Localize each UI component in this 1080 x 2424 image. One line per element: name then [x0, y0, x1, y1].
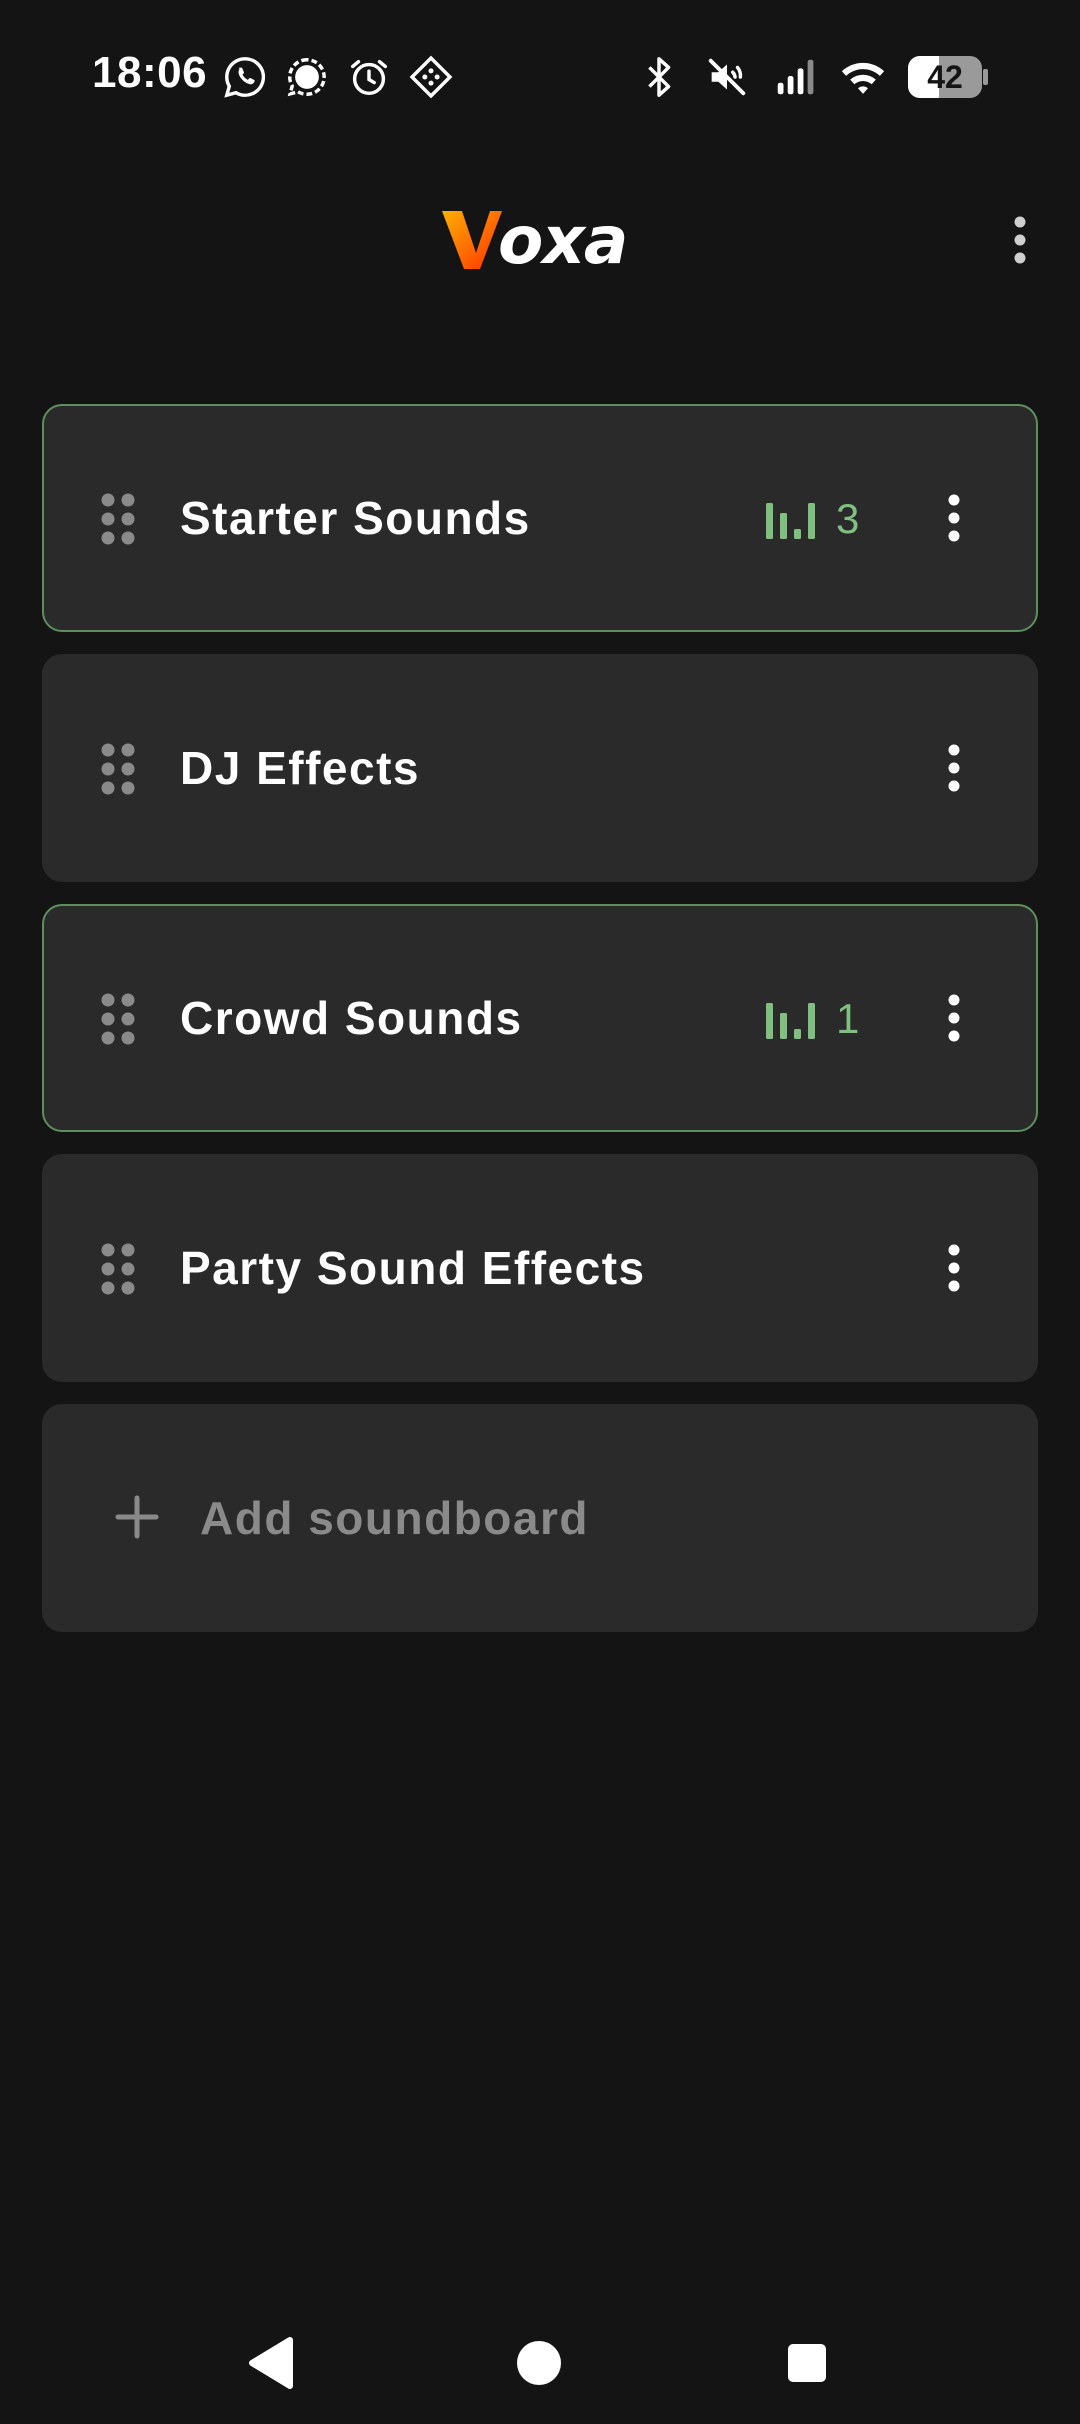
more-vert-icon [948, 994, 960, 1042]
more-vert-icon [948, 744, 960, 792]
logo-v-mark [442, 211, 502, 269]
system-nav-bar [0, 2296, 1080, 2424]
playing-count: 3 [836, 495, 860, 542]
app-overflow-menu-button[interactable] [960, 190, 1080, 290]
app-header: oxa [0, 190, 1080, 290]
soundboard-card[interactable]: Starter Sounds 3 [42, 404, 1038, 632]
soundboard-menu-button[interactable] [914, 478, 994, 558]
status-time: 18:06 [92, 48, 208, 97]
soundboard-list: Starter Sounds 3 DJ Effects Crowd Sounds 1 Pa… [42, 404, 1038, 1632]
cell-signal-icon [777, 59, 814, 95]
recents-button[interactable] [762, 2318, 852, 2408]
plus-icon [115, 1495, 159, 1539]
signal-icon [287, 58, 326, 97]
mute-icon [708, 58, 746, 96]
app-icon [409, 55, 453, 99]
alarm-icon [350, 59, 388, 96]
more-vert-icon [948, 1244, 960, 1292]
soundboard-card[interactable]: Party Sound Effects [42, 1154, 1038, 1382]
home-button[interactable] [494, 2318, 584, 2408]
wifi-icon [841, 62, 885, 94]
more-vert-icon [1014, 216, 1026, 264]
back-button[interactable] [226, 2318, 316, 2408]
battery-percent: 42 [927, 59, 963, 95]
screen: 18:06 42 oxa Starter Sounds 3 DJ Effects… [0, 0, 1080, 2424]
drag-handle-icon[interactable] [100, 1242, 136, 1296]
notification-icons [222, 54, 454, 100]
status-bar: 18:06 42 [0, 0, 1080, 150]
soundboard-menu-button[interactable] [914, 728, 994, 808]
soundboard-menu-button[interactable] [914, 978, 994, 1058]
playing-indicator: 3 [766, 492, 859, 546]
soundboard-name: DJ Effects [180, 742, 420, 794]
more-vert-icon [948, 494, 960, 542]
equalizer-icon [766, 1003, 815, 1039]
battery-cap [983, 69, 988, 85]
whatsapp-icon [224, 57, 266, 98]
playing-count: 1 [836, 995, 860, 1042]
add-soundboard-label: Add soundboard [200, 1492, 589, 1544]
soundboard-card[interactable]: DJ Effects [42, 654, 1038, 882]
app-logo: oxa [442, 200, 628, 280]
soundboard-menu-button[interactable] [914, 1228, 994, 1308]
soundboard-card[interactable]: Crowd Sounds 1 [42, 904, 1038, 1132]
drag-handle-icon[interactable] [100, 992, 136, 1046]
soundboard-name: Crowd Sounds [180, 992, 523, 1044]
equalizer-icon [766, 503, 815, 539]
add-soundboard-button[interactable]: Add soundboard [42, 1404, 1038, 1632]
soundboard-name: Starter Sounds [180, 492, 531, 544]
bluetooth-icon [648, 57, 671, 97]
soundboard-name: Party Sound Effects [180, 1242, 646, 1294]
drag-handle-icon[interactable] [100, 742, 136, 796]
recents-icon [788, 2344, 826, 2382]
playing-indicator: 1 [766, 992, 859, 1046]
drag-handle-icon[interactable] [100, 492, 136, 546]
home-icon [517, 2341, 561, 2385]
system-icons: 42 [636, 54, 988, 100]
battery-indicator: 42 [908, 56, 988, 98]
back-icon [249, 2337, 293, 2389]
logo-text: oxa [498, 201, 628, 279]
